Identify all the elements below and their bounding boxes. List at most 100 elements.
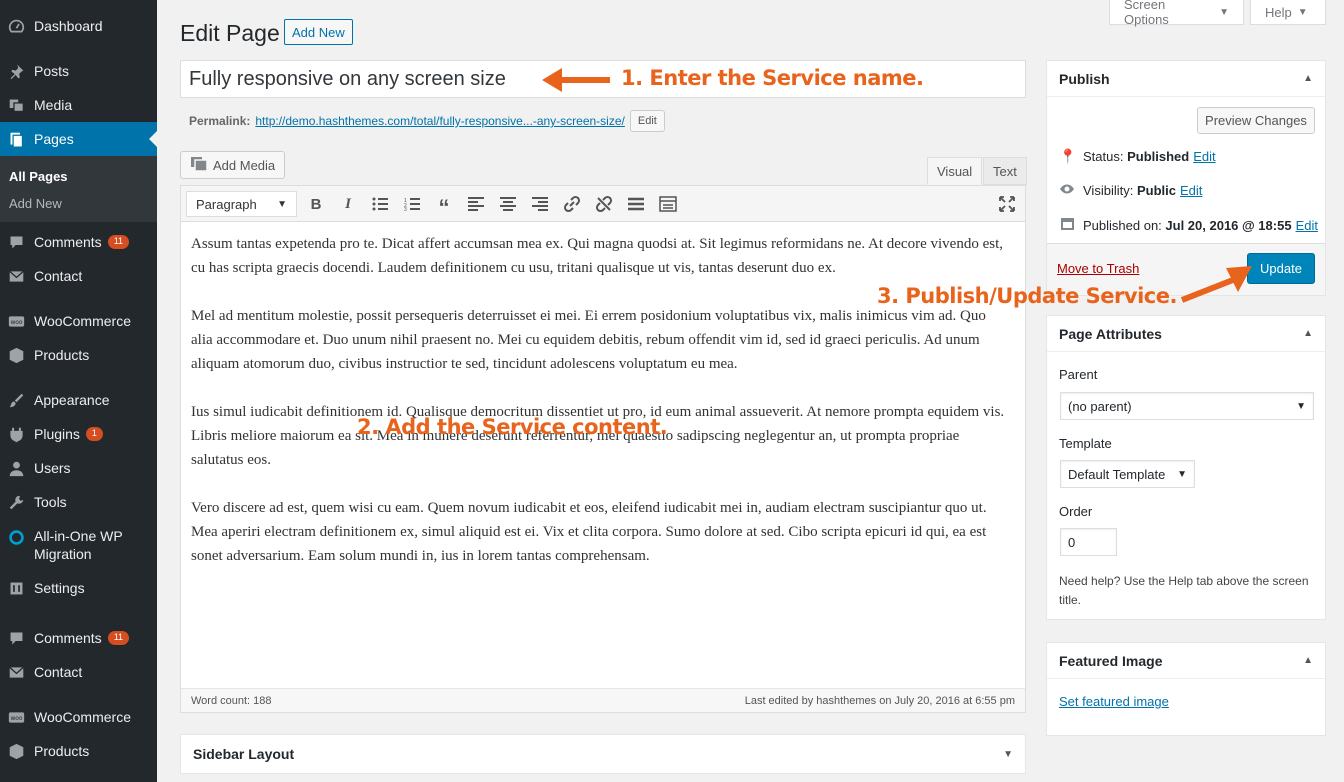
visibility-edit-link[interactable]: Edit: [1180, 183, 1202, 198]
menu-users[interactable]: Users: [0, 451, 157, 485]
numbered-list-icon[interactable]: 123: [402, 194, 422, 214]
products-icon: [7, 742, 26, 761]
menu-label: Contact: [34, 268, 83, 284]
order-input[interactable]: 0: [1060, 528, 1117, 556]
preview-changes-button[interactable]: Preview Changes: [1197, 107, 1315, 134]
page-attributes-header[interactable]: Page Attributes ▲: [1047, 316, 1325, 352]
svg-text:woo: woo: [10, 715, 22, 722]
editor-toolbar: Paragraph ▼ B I 123 “: [181, 186, 1025, 222]
menu-comments-duplicate[interactable]: Comments 11: [0, 621, 157, 655]
pages-submenu: All Pages Add New: [0, 156, 157, 222]
page-title: Edit Page: [180, 20, 280, 46]
menu-migration[interactable]: All-in-One WP Migration: [0, 525, 157, 565]
permalink-row: Permalink: http://demo.hashthemes.com/to…: [189, 110, 665, 132]
menu-products[interactable]: Products: [0, 338, 157, 372]
unlink-icon[interactable]: [594, 194, 614, 214]
menu-label: WooCommerce: [34, 709, 131, 725]
chevron-down-icon: ▼: [1177, 468, 1187, 480]
menu-pages[interactable]: Pages: [0, 122, 157, 156]
publish-header[interactable]: Publish ▲: [1047, 61, 1325, 97]
menu-label: Comments: [34, 630, 102, 646]
menu-label: All-in-One WP Migration: [34, 528, 123, 562]
admin-sidebar: Dashboard Posts Media Pages All Pages Ad…: [0, 0, 157, 782]
permalink-link[interactable]: http://demo.hashthemes.com/total/fully-r…: [255, 114, 625, 128]
annotation-step-1: 1. Enter the Service name.: [621, 66, 924, 90]
menu-products-duplicate[interactable]: Products: [0, 734, 157, 768]
menu-label: Users: [34, 460, 71, 476]
plugins-update-badge: 1: [85, 427, 103, 441]
bold-icon[interactable]: B: [306, 194, 326, 214]
content-paragraph: Mel ad mentitum molestie, possit persequ…: [191, 308, 986, 372]
parent-value: (no parent): [1068, 398, 1132, 414]
page-attributes-box: Page Attributes ▲ Parent (no parent) ▼ Tem…: [1046, 315, 1326, 620]
comments-count-badge: 11: [107, 235, 130, 249]
italic-icon[interactable]: I: [338, 194, 358, 214]
parent-select[interactable]: (no parent) ▼: [1060, 392, 1314, 420]
settings-icon: [7, 579, 26, 598]
menu-label: Tools: [34, 494, 67, 510]
published-edit-link[interactable]: Edit: [1296, 218, 1318, 233]
tab-text[interactable]: Text: [983, 157, 1027, 185]
content-paragraph: Vero discere ad est, quem wisi cu eam. Q…: [191, 500, 987, 564]
read-more-icon[interactable]: [626, 194, 646, 214]
template-select[interactable]: Default Template ▼: [1060, 460, 1195, 488]
fullscreen-icon[interactable]: [997, 194, 1017, 214]
last-edited: Last edited by hashthemes on July 20, 20…: [744, 694, 1015, 707]
collapse-icon: ▲: [1303, 73, 1313, 84]
woo-icon: woo: [7, 708, 26, 727]
screen-options-button[interactable]: Screen Options ▼: [1109, 0, 1244, 27]
permalink-edit-button[interactable]: Edit: [629, 110, 665, 132]
align-left-icon[interactable]: [466, 194, 486, 214]
annotation-step-3: 3. Publish/Update Service.: [877, 284, 1177, 308]
comments-icon: [7, 233, 26, 252]
align-center-icon[interactable]: [498, 194, 518, 214]
screen-options-label: Screen Options: [1124, 0, 1169, 27]
annotation-step-2: 2. Add the Service content.: [357, 415, 668, 439]
add-media-button[interactable]: Add Media: [180, 151, 286, 179]
sidebar-layout-box: Sidebar Layout ▼: [180, 734, 1026, 774]
submenu-add-new[interactable]: Add New: [9, 196, 62, 211]
camera-icon: [190, 156, 208, 175]
align-right-icon[interactable]: [530, 194, 550, 214]
help-button[interactable]: Help ▼: [1250, 0, 1326, 25]
featured-image-header[interactable]: Featured Image ▲: [1047, 643, 1325, 679]
pages-icon: [7, 130, 26, 149]
link-icon[interactable]: [562, 194, 582, 214]
menu-woocommerce-duplicate[interactable]: woo WooCommerce: [0, 700, 157, 734]
toolbar-toggle-icon[interactable]: [658, 194, 678, 214]
menu-posts[interactable]: Posts: [0, 54, 157, 88]
wrench-icon: [7, 493, 26, 512]
menu-label: Posts: [34, 63, 70, 79]
menu-tools[interactable]: Tools: [0, 485, 157, 519]
menu-contact-duplicate[interactable]: Contact: [0, 655, 157, 689]
menu-media[interactable]: Media: [0, 88, 157, 122]
menu-settings[interactable]: Settings: [0, 571, 157, 605]
tab-visual[interactable]: Visual: [927, 157, 983, 185]
menu-contact[interactable]: Contact: [0, 259, 157, 293]
menu-label: Plugins: [34, 426, 80, 442]
sidebar-layout-header[interactable]: Sidebar Layout ▼: [181, 735, 1025, 773]
bullet-list-icon[interactable]: [370, 194, 390, 214]
menu-woocommerce[interactable]: woo WooCommerce: [0, 304, 157, 338]
add-new-page-button[interactable]: Add New: [284, 19, 353, 45]
order-value: 0: [1068, 534, 1076, 550]
move-to-trash-link[interactable]: Move to Trash: [1057, 261, 1139, 276]
menu-appearance[interactable]: Appearance: [0, 383, 157, 417]
format-value: Paragraph: [196, 196, 257, 212]
comments-icon: [7, 629, 26, 648]
blockquote-icon[interactable]: “: [434, 194, 454, 220]
brush-icon: [7, 391, 26, 410]
menu-dashboard[interactable]: Dashboard: [0, 9, 157, 43]
annotation-arrow-1: [542, 68, 610, 92]
submenu-all-pages[interactable]: All Pages: [9, 169, 68, 184]
content-editor: Paragraph ▼ B I 123 “ Assum tantas expete…: [180, 185, 1026, 713]
set-featured-image-link[interactable]: Set featured image: [1059, 694, 1169, 709]
mail-icon: [7, 663, 26, 682]
featured-image-box: Featured Image ▲ Set featured image: [1046, 642, 1326, 736]
status-edit-link[interactable]: Edit: [1193, 149, 1215, 164]
menu-plugins[interactable]: Plugins 1: [0, 417, 157, 451]
status-row: 📍 Status: Published Edit: [1059, 148, 1216, 165]
format-select[interactable]: Paragraph ▼: [186, 191, 297, 217]
menu-comments[interactable]: Comments 11: [0, 225, 157, 259]
published-label: Published on:: [1083, 217, 1162, 233]
